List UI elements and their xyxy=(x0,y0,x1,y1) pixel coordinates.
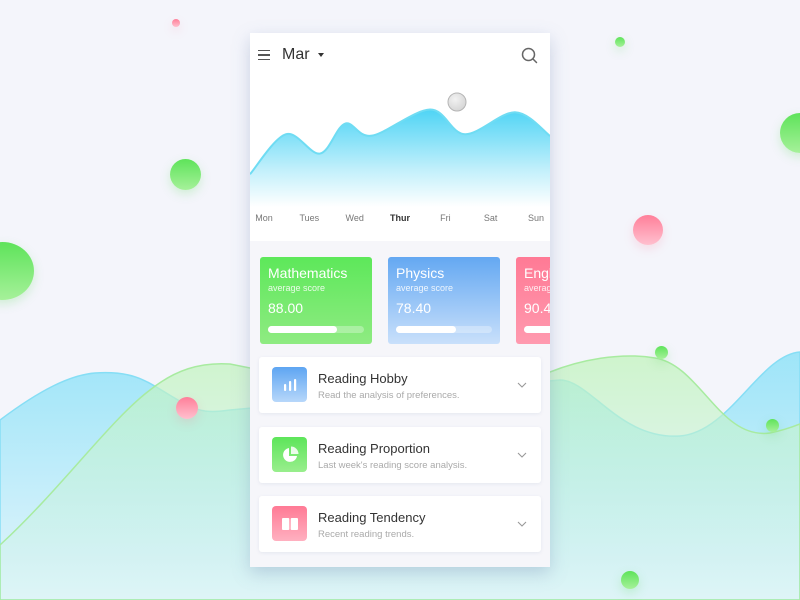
subject-card-english[interactable]: English average score 90.40 xyxy=(516,257,550,344)
chevron-down-icon[interactable] xyxy=(517,519,527,529)
x-axis-label-fri[interactable]: Fri xyxy=(440,213,451,223)
progress-bar xyxy=(268,326,364,333)
month-selector[interactable]: Mar xyxy=(282,46,324,64)
list-item-description: Read the analysis of preferences. xyxy=(318,390,460,401)
book-icon xyxy=(272,506,307,541)
chart-section: Mar Mon Tues Wed Thur Fri Sat Sun xyxy=(250,33,550,241)
progress-fill xyxy=(268,326,338,333)
x-axis-label-thur[interactable]: Thur xyxy=(390,213,410,223)
list-item-description: Recent reading trends. xyxy=(318,529,415,540)
list-item-reading-tendency[interactable]: Reading Tendency Recent reading trends. xyxy=(259,496,541,552)
subject-card-physics[interactable]: Physics average score 78.40 xyxy=(388,257,500,344)
list-item-reading-proportion[interactable]: Reading Proportion Last week's reading s… xyxy=(259,427,541,483)
progress-bar xyxy=(524,326,550,333)
weekly-area-chart xyxy=(250,92,550,207)
bubble-decoration xyxy=(170,159,201,190)
progress-bar xyxy=(396,326,492,333)
bubble-decoration xyxy=(766,419,779,432)
x-axis-label-sat[interactable]: Sat xyxy=(484,213,498,223)
bar-chart-icon xyxy=(272,367,307,402)
list-item-reading-hobby[interactable]: Reading Hobby Read the analysis of prefe… xyxy=(259,357,541,413)
list-item-title: Reading Tendency xyxy=(318,510,426,525)
progress-fill xyxy=(524,326,550,333)
chevron-down-icon[interactable] xyxy=(517,450,527,460)
x-axis-label-wed[interactable]: Wed xyxy=(345,213,363,223)
search-icon[interactable] xyxy=(521,47,538,64)
x-axis-label-sun[interactable]: Sun xyxy=(528,213,544,223)
app-header: Mar xyxy=(250,33,550,77)
subject-name: English xyxy=(524,265,550,281)
month-label: Mar xyxy=(282,46,310,63)
subject-card-mathematics[interactable]: Mathematics average score 88.00 xyxy=(260,257,372,344)
app-panel: Mar Mon Tues Wed Thur Fri Sat Sun Mathem… xyxy=(250,33,550,567)
bubble-decoration xyxy=(633,215,663,245)
subject-label: average score xyxy=(524,283,550,293)
subject-name: Physics xyxy=(396,265,445,281)
x-axis-label-tues[interactable]: Tues xyxy=(299,213,319,223)
list-item-description: Last week's reading score analysis. xyxy=(318,460,468,471)
bubble-decoration xyxy=(621,571,639,589)
list-item-title: Reading Proportion xyxy=(318,441,431,456)
bubble-decoration xyxy=(176,397,198,419)
subject-score: 78.40 xyxy=(396,300,432,316)
x-axis-labels: Mon Tues Wed Thur Fri Sat Sun xyxy=(250,213,550,229)
subject-name: Mathematics xyxy=(268,265,348,281)
caret-down-icon xyxy=(317,53,324,57)
subject-label: average score xyxy=(268,283,326,293)
chart-area xyxy=(250,109,550,207)
subject-score: 90.40 xyxy=(524,300,550,316)
bubble-decoration xyxy=(655,346,668,359)
subject-label: average score xyxy=(396,283,454,293)
pie-chart-icon xyxy=(272,437,307,472)
progress-fill xyxy=(396,326,457,333)
subject-cards: Mathematics average score 88.00 Physics … xyxy=(260,257,550,345)
x-axis-label-mon[interactable]: Mon xyxy=(255,213,273,223)
bubble-decoration xyxy=(172,19,180,27)
chart-handle[interactable] xyxy=(447,92,467,112)
chevron-down-icon[interactable] xyxy=(517,380,527,390)
list-item-title: Reading Hobby xyxy=(318,371,408,386)
subject-score: 88.00 xyxy=(268,300,304,316)
menu-icon[interactable] xyxy=(258,50,270,60)
bubble-decoration xyxy=(615,37,625,47)
